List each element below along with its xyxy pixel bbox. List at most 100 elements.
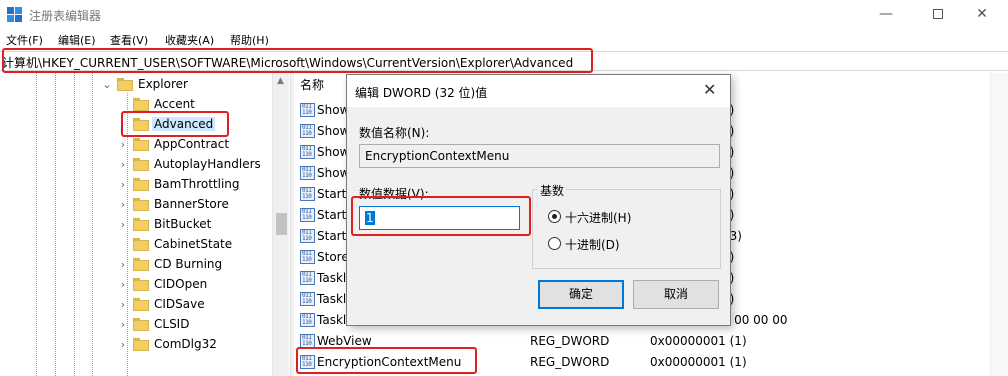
tree-item-accent[interactable]: Accent (0, 95, 272, 115)
ok-button[interactable]: 确定 (538, 280, 624, 309)
scrollbar-thumb[interactable] (276, 213, 287, 235)
value-data-text[interactable]: 1 (365, 211, 375, 225)
menu-file[interactable]: 文件(F) (6, 32, 43, 48)
minimize-button[interactable]: — (866, 3, 906, 27)
tree-item-label: ComDlg32 (154, 337, 217, 351)
reg-dword-icon: 011 110 (300, 292, 315, 306)
table-row[interactable]: 011 110 WebView REG_DWORD 0x00000001 (1) (294, 331, 1008, 352)
chevron-down-icon[interactable]: ⌄ (102, 78, 112, 91)
scroll-up-icon[interactable]: ▲ (277, 76, 284, 86)
chevron-right-icon[interactable]: › (118, 218, 128, 231)
value-name: Show (317, 166, 350, 180)
tree-item-cd-burning[interactable]: › CD Burning (0, 255, 272, 275)
tree-item-label: BitBucket (154, 217, 212, 231)
tree-item-label: CIDOpen (154, 277, 208, 291)
value-type: REG_DWORD (530, 334, 610, 348)
chevron-right-icon[interactable]: › (118, 338, 128, 351)
menu-edit[interactable]: 编辑(E) (58, 32, 96, 48)
value-name: EncryptionContextMenu (317, 355, 462, 369)
tree-item-advanced[interactable]: Advanced (0, 115, 272, 135)
tree-item-explorer[interactable]: ⌄ Explorer (0, 75, 272, 95)
minimize-icon: — (879, 6, 893, 22)
maximize-button[interactable] (918, 3, 958, 27)
dialog-close-icon[interactable]: ✕ (703, 80, 716, 99)
reg-dword-icon: 011 110 (300, 334, 315, 348)
registry-tree: ⌄ Explorer Accent Advanced › AppContract… (0, 73, 290, 376)
tree-item-appcontract[interactable]: › AppContract (0, 135, 272, 155)
cancel-button[interactable]: 取消 (633, 280, 719, 309)
value-data: 0x00000001 (1) (650, 355, 747, 369)
menu-favorites[interactable]: 收藏夹(A) (165, 32, 214, 48)
tree-item-comdlg32[interactable]: › ComDlg32 (0, 335, 272, 355)
value-name: StartI (317, 229, 350, 243)
chevron-right-icon[interactable]: › (118, 138, 128, 151)
tree-scrollbar[interactable]: ▲ (272, 73, 289, 376)
tree-item-cabinetstate[interactable]: CabinetState (0, 235, 272, 255)
value-name: Taskl (317, 292, 347, 306)
folder-icon (133, 218, 149, 231)
reg-dword-icon: 011 110 (300, 229, 315, 243)
radio-dec-label: 十进制(D) (565, 238, 620, 252)
chevron-right-icon[interactable]: › (118, 298, 128, 311)
tree-item-bamthrottling[interactable]: › BamThrottling (0, 175, 272, 195)
window-title: 注册表编辑器 (29, 9, 102, 23)
tree-item-label: Accent (154, 97, 195, 111)
tree-item-bannerstore[interactable]: › BannerStore (0, 195, 272, 215)
edit-dword-dialog: 编辑 DWORD (32 位)值 ✕ 数值名称(N): EncryptionCo… (346, 74, 731, 326)
value-data-input[interactable]: 1 (359, 206, 520, 230)
tree-item-bitbucket[interactable]: › BitBucket (0, 215, 272, 235)
regedit-app-icon (7, 7, 23, 23)
value-name: Taskl (317, 313, 347, 327)
tree-item-clsid[interactable]: › CLSID (0, 315, 272, 335)
tree-item-label: BamThrottling (154, 177, 240, 191)
radio-checked-icon[interactable] (548, 210, 561, 223)
values-scrollbar[interactable] (990, 73, 1008, 376)
folder-icon (133, 258, 149, 271)
reg-dword-icon: 011 110 (300, 124, 315, 138)
tree-item-label: BannerStore (154, 197, 229, 211)
folder-icon (133, 178, 149, 191)
tree-item-label: Explorer (138, 77, 188, 91)
menu-help[interactable]: 帮助(H) (230, 32, 269, 48)
reg-dword-icon: 011 110 (300, 166, 315, 180)
value-name: Show (317, 145, 350, 159)
tree-item-label: Advanced (152, 117, 216, 131)
tree-item-autoplayhandlers[interactable]: › AutoplayHandlers (0, 155, 272, 175)
reg-dword-icon: 011 110 (300, 145, 315, 159)
tree-item-cidsave[interactable]: › CIDSave (0, 295, 272, 315)
address-bar[interactable]: 计算机\HKEY_CURRENT_USER\SOFTWARE\Microsoft… (0, 51, 1008, 71)
chevron-right-icon[interactable]: › (118, 258, 128, 271)
value-name-field: EncryptionContextMenu (359, 144, 720, 168)
tree-item-cidopen[interactable]: › CIDOpen (0, 275, 272, 295)
reg-dword-icon: 011 110 (300, 103, 315, 117)
chevron-right-icon[interactable]: › (118, 178, 128, 191)
reg-dword-icon: 011 110 (300, 208, 315, 222)
base-label: 基数 (538, 182, 567, 199)
dialog-title-bar: 编辑 DWORD (32 位)值 ✕ (347, 75, 730, 107)
reg-dword-icon: 011 110 (300, 271, 315, 285)
chevron-right-icon[interactable]: › (118, 158, 128, 171)
folder-icon (133, 118, 149, 131)
chevron-right-icon[interactable]: › (118, 198, 128, 211)
radio-unchecked-icon[interactable] (548, 237, 561, 250)
table-row[interactable]: 011 110 EncryptionContextMenu REG_DWORD 0… (294, 352, 1008, 373)
folder-icon (133, 278, 149, 291)
close-button[interactable]: ✕ (962, 3, 1002, 27)
tree-item-label: CD Burning (154, 257, 223, 271)
title-bar: 注册表编辑器 — ✕ (0, 0, 1008, 30)
value-data-label: 数值数据(V): (359, 187, 429, 201)
folder-icon (133, 298, 149, 311)
reg-dword-icon: 011 110 (300, 187, 315, 201)
folder-icon (133, 238, 149, 251)
chevron-right-icon[interactable]: › (118, 278, 128, 291)
chevron-right-icon[interactable]: › (118, 318, 128, 331)
value-data: 0x00000001 (1) (650, 334, 747, 348)
reg-dword-icon: 011 110 (300, 355, 315, 369)
tree-item-label: AppContract (154, 137, 230, 151)
value-name: WebView (317, 334, 372, 348)
maximize-icon (933, 9, 943, 19)
menu-view[interactable]: 查看(V) (110, 32, 148, 48)
folder-icon (117, 78, 133, 91)
address-path[interactable]: 计算机\HKEY_CURRENT_USER\SOFTWARE\Microsoft… (2, 54, 573, 71)
folder-icon (133, 338, 149, 351)
